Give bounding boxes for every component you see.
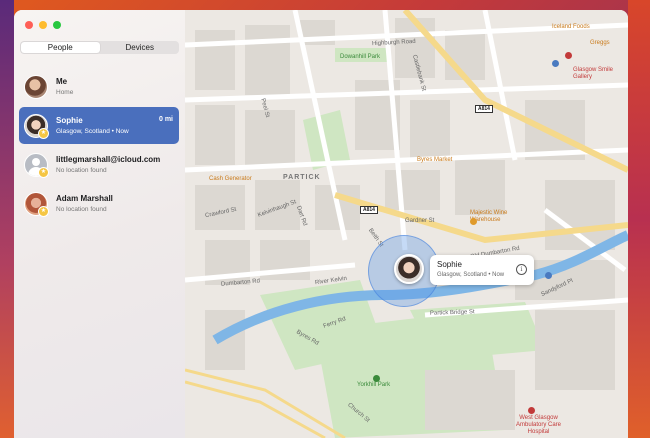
poi-marker-icon (565, 52, 572, 59)
poi-label: West Glasgow Ambulatory Care Hospital (515, 415, 562, 435)
segmented-control: People Devices (20, 41, 179, 54)
poi-label: Greggs (590, 40, 610, 46)
poi-marker-icon (552, 60, 559, 67)
desktop-wallpaper-right (628, 0, 650, 438)
poi-marker-icon (373, 375, 380, 382)
street-label: Gardner St (405, 218, 435, 224)
findmy-window: People Devices Me Home ★ Sophie Glasgow,… (14, 10, 628, 438)
person-location: Home (56, 89, 74, 96)
park-label: Yorkhill Park (357, 382, 391, 388)
person-location: Glasgow, Scotland • Now (56, 128, 129, 135)
star-badge-icon: ★ (38, 167, 49, 178)
sophie-location-pin[interactable] (394, 254, 424, 284)
poi-marker-icon (470, 218, 477, 225)
poi-marker-icon (545, 272, 552, 279)
park-label: Dowanhill Park (340, 54, 381, 60)
area-label: PARTICK (283, 174, 321, 181)
person-location: No location found (56, 206, 107, 213)
person-name: Me (56, 77, 68, 86)
info-icon[interactable]: i (516, 264, 527, 275)
poi-label: Glasgow Smile Gallery (573, 67, 614, 80)
person-location: No location found (56, 167, 107, 174)
poi-label: Byres Market (417, 157, 453, 163)
tab-devices[interactable]: Devices (101, 41, 180, 54)
callout-name: Sophie (437, 260, 462, 269)
minimize-button[interactable] (39, 21, 47, 29)
person-item-adam[interactable]: ★ Adam Marshall No location found (19, 185, 179, 222)
road-shield: A814 (360, 206, 378, 214)
callout-status: Glasgow, Scotland • Now (437, 272, 505, 278)
poi-label: Majestic Wine Warehouse (470, 210, 508, 223)
tab-people[interactable]: People (21, 42, 100, 53)
sidebar: People Devices Me Home ★ Sophie Glasgow,… (14, 10, 186, 438)
star-badge-icon: ★ (38, 128, 49, 139)
location-callout[interactable]: Sophie Glasgow, Scotland • Now i (430, 255, 534, 285)
window-controls (25, 21, 61, 29)
avatar (24, 75, 48, 99)
map-view[interactable]: Highburgh Road Dowanhill Park Iceland Fo… (185, 10, 628, 438)
zoom-button[interactable] (53, 21, 61, 29)
poi-label: Iceland Foods (552, 24, 590, 30)
person-name: Adam Marshall (56, 194, 113, 203)
map-canvas (185, 10, 628, 438)
desktop-wallpaper-left (0, 0, 14, 438)
poi-label: Cash Generator (209, 176, 252, 182)
star-badge-icon: ★ (38, 206, 49, 217)
people-list: Me Home ★ Sophie Glasgow, Scotland • Now… (19, 68, 179, 224)
person-distance: 0 mi (158, 116, 173, 123)
person-name: littlegmarshall@icloud.com (56, 155, 161, 164)
close-button[interactable] (25, 21, 33, 29)
person-name: Sophie (56, 116, 83, 125)
person-item-me[interactable]: Me Home (19, 68, 179, 105)
person-item-littlegmarshall[interactable]: ★ littlegmarshall@icloud.com No location… (19, 146, 179, 183)
person-item-sophie[interactable]: ★ Sophie Glasgow, Scotland • Now 0 mi (19, 107, 179, 144)
road-shield: A814 (475, 105, 493, 113)
poi-marker-icon (528, 407, 535, 414)
